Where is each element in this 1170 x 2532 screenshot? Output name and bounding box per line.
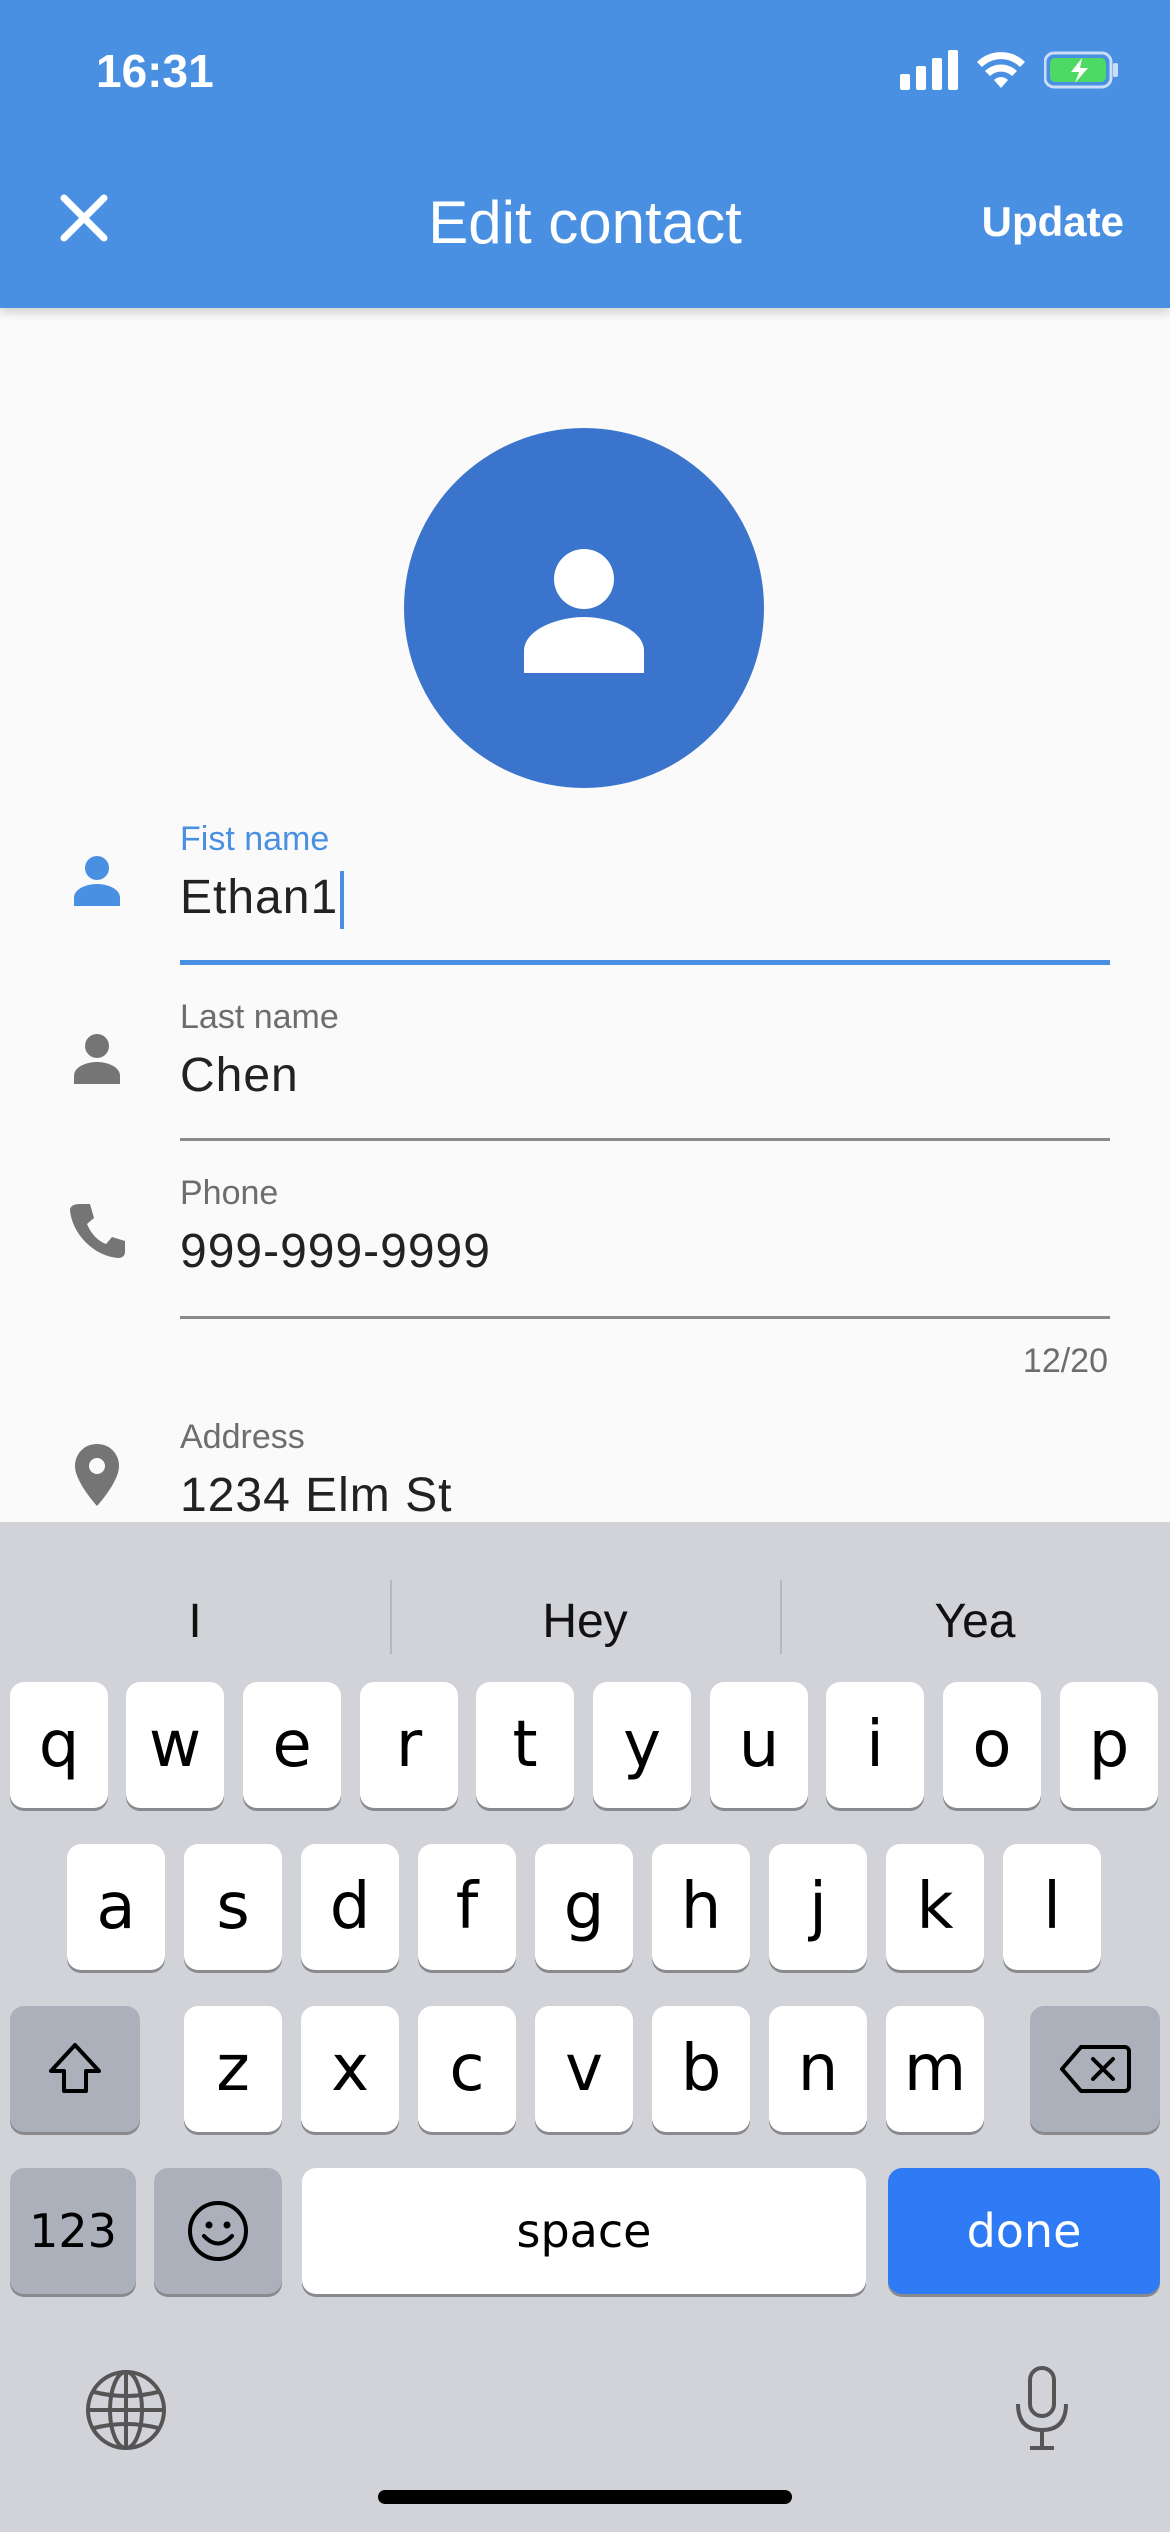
- key-r[interactable]: r: [360, 1682, 458, 1808]
- key-w[interactable]: w: [126, 1682, 224, 1808]
- key-n[interactable]: n: [769, 2006, 867, 2132]
- phone-character-counter: 12/20: [1022, 1342, 1108, 1380]
- key-v[interactable]: v: [535, 2006, 633, 2132]
- first-name-field[interactable]: Fist name Ethan1: [0, 820, 1170, 970]
- key-z[interactable]: z: [184, 2006, 282, 2132]
- text-caret: [340, 871, 345, 930]
- home-indicator: [378, 2490, 792, 2504]
- key-p[interactable]: p: [1060, 1682, 1158, 1808]
- update-button[interactable]: Update: [982, 198, 1124, 246]
- suggestion-item[interactable]: Yea: [780, 1562, 1170, 1682]
- predictive-suggestions: I Hey Yea: [0, 1562, 1170, 1682]
- battery-charging-icon: [1044, 51, 1118, 89]
- key-d[interactable]: d: [301, 1844, 399, 1970]
- phone-underline: [180, 1316, 1110, 1319]
- first-name-label: Fist name: [180, 820, 330, 858]
- key-a[interactable]: a: [67, 1844, 165, 1970]
- person-icon: [74, 1034, 120, 1084]
- signal-icon: [900, 50, 958, 90]
- key-i[interactable]: i: [826, 1682, 924, 1808]
- phone-label: Phone: [180, 1174, 279, 1212]
- first-name-underline: [180, 960, 1110, 965]
- last-name-input[interactable]: Chen: [180, 1048, 299, 1103]
- key-x[interactable]: x: [301, 2006, 399, 2132]
- numbers-key[interactable]: 123: [10, 2168, 136, 2294]
- phone-icon: [70, 1204, 125, 1258]
- avatar[interactable]: [404, 428, 764, 788]
- address-field[interactable]: Address 1234 Elm St: [0, 1418, 1170, 1522]
- location-pin-icon: [75, 1444, 119, 1506]
- app-bar: 16:31 Edit contact Update: [0, 0, 1170, 308]
- key-q[interactable]: q: [10, 1682, 108, 1808]
- suggestion-item[interactable]: Hey: [390, 1562, 780, 1682]
- key-o[interactable]: o: [943, 1682, 1041, 1808]
- person-icon: [74, 856, 120, 906]
- last-name-field[interactable]: Last name Chen: [0, 998, 1170, 1148]
- key-c[interactable]: c: [418, 2006, 516, 2132]
- space-key[interactable]: space: [302, 2168, 866, 2294]
- key-b[interactable]: b: [652, 2006, 750, 2132]
- key-t[interactable]: t: [476, 1682, 574, 1808]
- key-g[interactable]: g: [535, 1844, 633, 1970]
- address-label: Address: [180, 1418, 305, 1456]
- phone-field[interactable]: Phone 999-999-9999 12/20: [0, 1174, 1170, 1384]
- first-name-value: Ethan1: [180, 871, 339, 924]
- key-j[interactable]: j: [769, 1844, 867, 1970]
- done-key[interactable]: done: [888, 2168, 1160, 2294]
- key-u[interactable]: u: [710, 1682, 808, 1808]
- last-name-label: Last name: [180, 998, 339, 1036]
- wifi-icon: [977, 52, 1025, 88]
- address-input[interactable]: 1234 Elm St: [180, 1468, 452, 1522]
- key-l[interactable]: l: [1003, 1844, 1101, 1970]
- globe-icon[interactable]: [84, 2368, 168, 2452]
- key-s[interactable]: s: [184, 1844, 282, 1970]
- status-time: 16:31: [96, 45, 214, 97]
- suggestion-item[interactable]: I: [0, 1562, 390, 1682]
- shift-icon: [49, 2043, 101, 2093]
- backspace-key[interactable]: [1030, 2006, 1160, 2132]
- key-e[interactable]: e: [243, 1682, 341, 1808]
- person-icon: [524, 549, 644, 673]
- backspace-icon: [1060, 2045, 1131, 2093]
- key-k[interactable]: k: [886, 1844, 984, 1970]
- status-icons: [900, 50, 1120, 90]
- microphone-icon[interactable]: [1010, 2364, 1074, 2454]
- key-m[interactable]: m: [886, 2006, 984, 2132]
- phone-input[interactable]: 999-999-9999: [180, 1224, 491, 1279]
- key-f[interactable]: f: [418, 1844, 516, 1970]
- key-h[interactable]: h: [652, 1844, 750, 1970]
- first-name-input[interactable]: Ethan1: [180, 870, 345, 930]
- emoji-key[interactable]: [154, 2168, 282, 2294]
- last-name-underline: [180, 1138, 1110, 1141]
- key-y[interactable]: y: [593, 1682, 691, 1808]
- shift-key[interactable]: [10, 2006, 140, 2132]
- emoji-icon: [188, 2201, 248, 2261]
